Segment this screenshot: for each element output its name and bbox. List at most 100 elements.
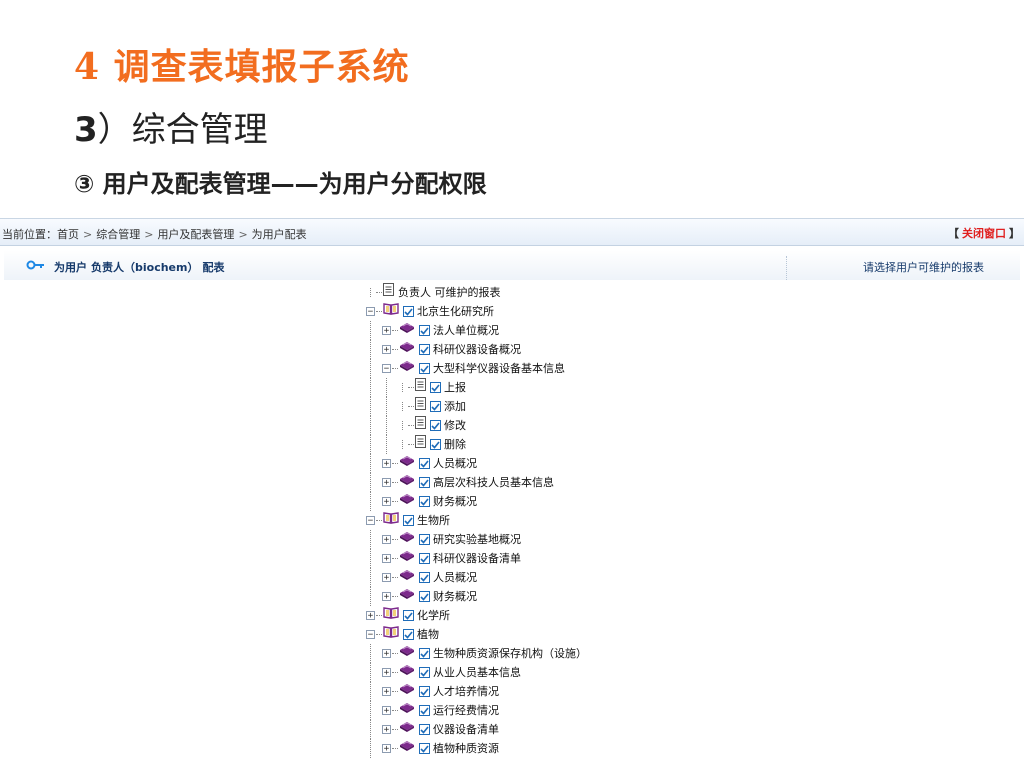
tree-node-label[interactable]: 上报 bbox=[444, 378, 466, 397]
tree-guide-line bbox=[370, 739, 372, 758]
checkbox-checked[interactable] bbox=[419, 363, 430, 374]
checkbox-checked[interactable] bbox=[419, 705, 430, 716]
tree-connector bbox=[376, 615, 382, 616]
checkbox-checked[interactable] bbox=[430, 439, 441, 450]
checkbox-checked[interactable] bbox=[419, 572, 430, 583]
checkbox-checked[interactable] bbox=[419, 534, 430, 545]
tree-node-label[interactable]: 植物 bbox=[417, 625, 439, 644]
expand-icon[interactable]: + bbox=[382, 668, 391, 678]
breadcrumb-item-home[interactable]: 首页 bbox=[57, 228, 79, 241]
checkbox-checked[interactable] bbox=[419, 724, 430, 735]
checkbox-checked[interactable] bbox=[419, 648, 430, 659]
tree-node-label[interactable]: 植物种质资源 bbox=[433, 739, 499, 758]
expand-icon[interactable]: + bbox=[366, 611, 375, 621]
close-window-label[interactable]: 关闭窗口 bbox=[962, 227, 1006, 240]
expand-icon[interactable]: + bbox=[382, 592, 391, 602]
panel-title-part: 配表 bbox=[202, 261, 225, 274]
tree-node-label[interactable]: 添加 bbox=[444, 397, 466, 416]
tree-node-label[interactable]: 科研仪器设备清单 bbox=[433, 549, 521, 568]
tree-node-label[interactable]: 大型科学仪器设备基本信息 bbox=[433, 359, 565, 378]
tree-guide-line bbox=[370, 321, 372, 340]
expand-icon[interactable]: + bbox=[382, 687, 391, 697]
checkbox-checked[interactable] bbox=[430, 401, 441, 412]
tree-node-label[interactable]: 北京生化研究所 bbox=[417, 302, 494, 321]
expand-icon[interactable]: + bbox=[382, 535, 391, 545]
tree-node-label[interactable]: 高层次科技人员基本信息 bbox=[433, 473, 554, 492]
tree-connector bbox=[408, 406, 414, 407]
tree-node: 上报 bbox=[398, 378, 466, 397]
collapse-icon[interactable]: − bbox=[366, 307, 375, 317]
checkbox-checked[interactable] bbox=[403, 610, 414, 621]
checkbox-checked[interactable] bbox=[430, 382, 441, 393]
breadcrumb-item-user-table[interactable]: 用户及配表管理 bbox=[157, 228, 234, 241]
checkbox-checked[interactable] bbox=[419, 344, 430, 355]
tree-node-label[interactable]: 研究实验基地概况 bbox=[433, 530, 521, 549]
collapse-icon[interactable]: − bbox=[366, 516, 375, 526]
tree-node-label[interactable]: 负责人 可维护的报表 bbox=[398, 283, 501, 302]
tree-connector bbox=[376, 311, 382, 312]
tree-node-label[interactable]: 人员概况 bbox=[433, 568, 477, 587]
expand-icon[interactable]: + bbox=[382, 497, 391, 507]
report-group-icon bbox=[399, 720, 415, 739]
expand-icon[interactable]: + bbox=[382, 345, 391, 355]
breadcrumb-label: 当前位置： bbox=[2, 228, 57, 241]
checkbox-checked[interactable] bbox=[403, 515, 414, 526]
expand-icon[interactable]: + bbox=[382, 478, 391, 488]
tree-node-label[interactable]: 删除 bbox=[444, 435, 466, 454]
expand-icon[interactable]: + bbox=[382, 744, 391, 754]
checkbox-checked[interactable] bbox=[419, 743, 430, 754]
tree-node-label[interactable]: 从业人员基本信息 bbox=[433, 663, 521, 682]
close-window-button[interactable]: 【关闭窗口】 bbox=[948, 225, 1020, 241]
tree-node-label[interactable]: 仪器设备清单 bbox=[433, 720, 499, 739]
checkbox-checked[interactable] bbox=[403, 629, 414, 640]
report-permission-tree: 负责人 可维护的报表 − 北京生化研究所 + 法人单位概况 + 科研仪器设备概况 − 大型科学仪… bbox=[366, 283, 786, 758]
tree-connector bbox=[392, 672, 398, 673]
expand-icon[interactable]: + bbox=[382, 459, 391, 469]
tree-node-label[interactable]: 科研仪器设备概况 bbox=[433, 340, 521, 359]
tree-node-label[interactable]: 法人单位概况 bbox=[433, 321, 499, 340]
tree-node-label[interactable]: 修改 bbox=[444, 416, 466, 435]
report-group-icon bbox=[399, 739, 415, 758]
tree-node-label[interactable]: 运行经费情况 bbox=[433, 701, 499, 720]
checkbox-checked[interactable] bbox=[419, 591, 430, 602]
checkbox-checked[interactable] bbox=[419, 667, 430, 678]
checkbox-checked[interactable] bbox=[419, 496, 430, 507]
tree-node-label[interactable]: 化学所 bbox=[417, 606, 450, 625]
checkbox-checked[interactable] bbox=[419, 686, 430, 697]
tree-connector bbox=[392, 710, 398, 711]
expand-icon[interactable]: + bbox=[382, 326, 391, 336]
checkbox-checked[interactable] bbox=[419, 477, 430, 488]
tree-node-label[interactable]: 人才培养情况 bbox=[433, 682, 499, 701]
checkbox-checked[interactable] bbox=[403, 306, 414, 317]
tree-connector bbox=[392, 558, 398, 559]
panel-hint: 请选择用户可维护的报表 bbox=[863, 261, 984, 274]
tree-node-label[interactable]: 生物种质资源保存机构（设施） bbox=[433, 644, 587, 663]
panel-header: 为用户 负责人（biochem） 配表 请选择用户可维护的报表 bbox=[4, 250, 1020, 280]
tree-node-label[interactable]: 财务概况 bbox=[433, 492, 477, 511]
expand-icon[interactable]: + bbox=[382, 554, 391, 564]
tree-node-label[interactable]: 财务概况 bbox=[433, 587, 477, 606]
report-group-icon bbox=[399, 568, 415, 587]
tree-row: + 运行经费情况 bbox=[366, 701, 786, 720]
tree-guide-line bbox=[370, 359, 372, 378]
checkbox-checked[interactable] bbox=[419, 553, 430, 564]
expand-icon[interactable]: + bbox=[382, 706, 391, 716]
report-group-icon bbox=[399, 587, 415, 606]
tree-node-label[interactable]: 人员概况 bbox=[433, 454, 477, 473]
expand-icon[interactable]: + bbox=[382, 725, 391, 735]
tree-row: 上报 bbox=[366, 378, 786, 397]
tree-node-label[interactable]: 生物所 bbox=[417, 511, 450, 530]
collapse-icon[interactable]: − bbox=[366, 630, 375, 640]
expand-icon[interactable]: + bbox=[382, 649, 391, 659]
collapse-icon[interactable]: − bbox=[382, 364, 391, 374]
breadcrumb-item-admin[interactable]: 综合管理 bbox=[96, 228, 140, 241]
checkbox-checked[interactable] bbox=[419, 458, 430, 469]
slide-section-heading: ③ 用户及配表管理——为用户分配权限 bbox=[74, 170, 487, 198]
expand-icon[interactable]: + bbox=[382, 573, 391, 583]
checkbox-checked[interactable] bbox=[430, 420, 441, 431]
tree-row: − 大型科学仪器设备基本信息 bbox=[366, 359, 786, 378]
tree-node: 添加 bbox=[398, 397, 466, 416]
checkbox-checked[interactable] bbox=[419, 325, 430, 336]
tree-connector bbox=[392, 349, 398, 350]
tree-node: + 财务概况 bbox=[382, 587, 477, 606]
